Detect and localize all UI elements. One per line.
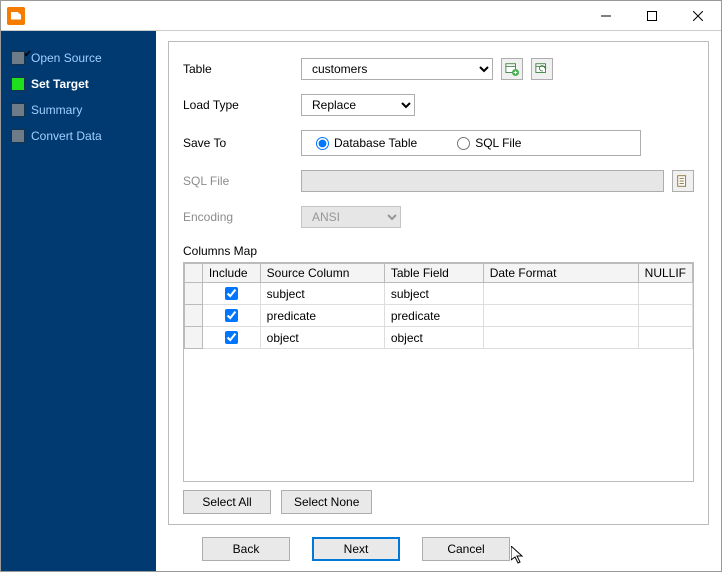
include-checkbox[interactable]	[225, 287, 238, 300]
include-cell[interactable]	[202, 283, 260, 305]
col-header-source[interactable]: Source Column	[260, 264, 384, 283]
nav-label: Open Source	[31, 51, 102, 65]
include-cell[interactable]	[202, 327, 260, 349]
save-to-group: Database Table SQL File	[301, 130, 641, 156]
row-header[interactable]	[185, 305, 203, 327]
nav-convert-data[interactable]: Convert Data	[9, 123, 148, 149]
field-cell[interactable]: subject	[384, 283, 483, 305]
table-row[interactable]: predicatepredicate	[185, 305, 693, 327]
col-header-field[interactable]: Table Field	[384, 264, 483, 283]
cancel-button[interactable]: Cancel	[422, 537, 510, 561]
minimize-button[interactable]	[583, 1, 629, 31]
col-header-date[interactable]: Date Format	[483, 264, 638, 283]
nav-summary[interactable]: Summary	[9, 97, 148, 123]
browse-file-icon	[676, 174, 690, 188]
encoding-select: ANSI	[301, 206, 401, 228]
table-label: Table	[183, 62, 293, 76]
table-refresh-button[interactable]	[531, 58, 553, 80]
table-select[interactable]: customers	[301, 58, 493, 80]
encoding-label: Encoding	[183, 210, 293, 224]
table-row[interactable]: subjectsubject	[185, 283, 693, 305]
nav-label: Convert Data	[31, 129, 102, 143]
table-add-button[interactable]	[501, 58, 523, 80]
nav-open-source[interactable]: ✔ Open Source	[9, 45, 148, 71]
nullif-cell[interactable]	[638, 283, 692, 305]
back-button[interactable]: Back	[202, 537, 290, 561]
source-cell[interactable]: object	[260, 327, 384, 349]
date-cell[interactable]	[483, 327, 638, 349]
save-to-label: Save To	[183, 136, 293, 150]
date-cell[interactable]	[483, 283, 638, 305]
app-window: ✔ Open Source Set Target Summary Convert…	[0, 0, 722, 572]
app-icon	[7, 7, 25, 25]
col-header-include[interactable]: Include	[202, 264, 260, 283]
close-button[interactable]	[675, 1, 721, 31]
row-header[interactable]	[185, 283, 203, 305]
titlebar	[1, 1, 721, 31]
save-to-sql-radio[interactable]: SQL File	[457, 136, 521, 150]
source-cell[interactable]: predicate	[260, 305, 384, 327]
row-header[interactable]	[185, 327, 203, 349]
include-checkbox[interactable]	[225, 309, 238, 322]
radio-label: Database Table	[334, 136, 417, 150]
nullif-cell[interactable]	[638, 305, 692, 327]
nav-label: Summary	[31, 103, 82, 117]
include-checkbox[interactable]	[225, 331, 238, 344]
main-panel: Table customers Load Type Replace Save T…	[156, 31, 721, 571]
radio-input[interactable]	[457, 137, 470, 150]
load-type-select[interactable]: Replace	[301, 94, 415, 116]
step-box-icon	[11, 77, 25, 91]
source-cell[interactable]: subject	[260, 283, 384, 305]
sqlfile-input	[301, 170, 664, 192]
step-box-icon	[11, 129, 25, 143]
radio-label: SQL File	[475, 136, 521, 150]
date-cell[interactable]	[483, 305, 638, 327]
browse-file-button[interactable]	[672, 170, 694, 192]
table-add-icon	[505, 62, 519, 76]
radio-input[interactable]	[316, 137, 329, 150]
nav-set-target[interactable]: Set Target	[9, 71, 148, 97]
nav-label: Set Target	[31, 77, 89, 91]
include-cell[interactable]	[202, 305, 260, 327]
field-cell[interactable]: object	[384, 327, 483, 349]
table-refresh-icon	[535, 62, 549, 76]
field-cell[interactable]: predicate	[384, 305, 483, 327]
next-button[interactable]: Next	[312, 537, 400, 561]
table-row[interactable]: objectobject	[185, 327, 693, 349]
maximize-button[interactable]	[629, 1, 675, 31]
nullif-cell[interactable]	[638, 327, 692, 349]
wizard-sidebar: ✔ Open Source Set Target Summary Convert…	[1, 31, 156, 571]
columns-map-label: Columns Map	[183, 244, 694, 258]
save-to-db-radio[interactable]: Database Table	[316, 136, 417, 150]
step-box-icon: ✔	[11, 51, 25, 65]
grid-header-row: Include Source Column Table Field Date F…	[185, 264, 693, 283]
select-all-button[interactable]: Select All	[183, 490, 271, 514]
step-box-icon	[11, 103, 25, 117]
select-none-button[interactable]: Select None	[281, 490, 372, 514]
load-type-label: Load Type	[183, 98, 293, 112]
sqlfile-label: SQL File	[183, 174, 293, 188]
columns-grid[interactable]: Include Source Column Table Field Date F…	[183, 262, 694, 482]
col-header-nullif[interactable]: NULLIF	[638, 264, 692, 283]
